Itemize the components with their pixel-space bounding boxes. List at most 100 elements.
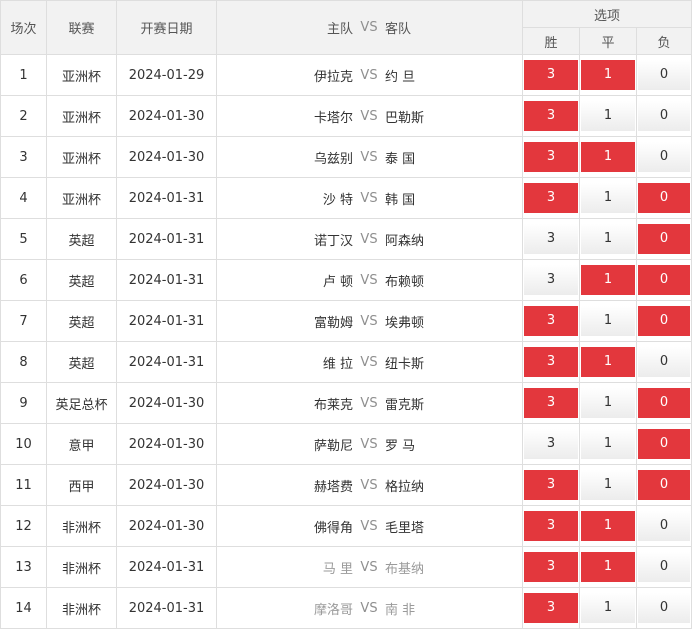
option-lose-button[interactable]: 0 — [638, 224, 691, 254]
option-draw-button[interactable]: 1 — [581, 142, 635, 172]
league-name: 英超 — [46, 259, 117, 301]
option-draw-button[interactable]: 1 — [581, 593, 635, 623]
table-row: 11 西甲 2024-01-30 赫塔费 VS 格拉纳 3 1 0 — [0, 464, 692, 506]
away-team: 毛里塔 — [385, 520, 425, 536]
table-row: 4 亚洲杯 2024-01-31 沙 特 VS 韩 国 310 — [0, 177, 692, 219]
option-draw-button[interactable]: 1 — [581, 101, 635, 131]
match-index: 5 — [0, 218, 47, 260]
option-lose-button[interactable]: 0 — [638, 593, 691, 623]
option-win-button[interactable]: 3 — [524, 552, 578, 582]
header-options: 选项 — [521, 0, 692, 28]
match-date: 2024-01-31 — [116, 259, 217, 301]
match-teams: 卡塔尔 VS 巴勒斯 — [216, 95, 523, 137]
option-win-button[interactable]: 3 — [524, 101, 578, 131]
match-index: 9 — [0, 382, 47, 424]
match-teams: 马 里 VS 布基纳 — [216, 546, 523, 588]
match-date: 2024-01-30 — [116, 382, 217, 424]
match-index: 13 — [0, 546, 47, 588]
option-draw-button[interactable]: 1 — [581, 429, 635, 459]
match-date: 2024-01-30 — [116, 136, 217, 178]
option-win-button[interactable]: 3 — [524, 183, 578, 213]
league-name: 非洲杯 — [46, 587, 117, 629]
option-win-button[interactable]: 3 — [524, 224, 578, 254]
option-win-button[interactable]: 3 — [524, 60, 578, 90]
table-row: 8 英超 2024-01-31 维 拉 VS 纽卡斯 3 1 0 — [0, 341, 692, 383]
option-win-button[interactable]: 3 — [524, 593, 578, 623]
match-index: 11 — [0, 464, 47, 506]
match-date: 2024-01-30 — [116, 505, 217, 547]
vs-label: VS — [360, 518, 378, 534]
match-date: 2024-01-31 — [116, 300, 217, 342]
option-lose-button[interactable]: 0 — [638, 429, 691, 459]
home-team: 伊拉克 — [313, 69, 353, 85]
header-lose: 负 — [635, 27, 692, 55]
vs-label: VS — [360, 149, 378, 165]
table-row: 12 非洲杯 2024-01-30 佛得角 VS 毛里塔 3 1 0 — [0, 505, 692, 547]
option-lose-button[interactable]: 0 — [638, 470, 691, 500]
table-row: 3 亚洲杯 2024-01-30 乌兹别 VS 泰 国310 — [0, 136, 692, 178]
away-team: 罗 马 — [385, 438, 416, 454]
table-row: 9 英足总杯 2024-01-30 布莱克 VS 雷克斯 3 1 0 — [0, 382, 692, 424]
match-index: 2 — [0, 95, 47, 137]
vs-label: VS — [360, 559, 378, 575]
option-draw-button[interactable]: 1 — [581, 265, 635, 295]
option-draw-button[interactable]: 1 — [581, 183, 635, 213]
match-index: 12 — [0, 505, 47, 547]
option-draw-button[interactable]: 1 — [581, 306, 635, 336]
match-teams: 摩洛哥 VS 南 非 — [216, 587, 523, 629]
header-vs: VS — [360, 20, 378, 35]
option-lose-button[interactable]: 0 — [638, 183, 691, 213]
match-teams: 佛得角 VS 毛里塔 — [216, 505, 523, 547]
option-win-button[interactable]: 3 — [524, 388, 578, 418]
table-row: 5 英超 2024-01-31 诺丁汉 VS 阿森纳 3 1 0 — [0, 218, 692, 260]
option-lose-button[interactable]: 0 — [638, 347, 691, 377]
option-win-button[interactable]: 3 — [524, 306, 578, 336]
option-win-button[interactable]: 3 — [524, 142, 578, 172]
table-row: 2 亚洲杯 2024-01-30 卡塔尔 VS 巴勒斯 3 1 0 — [0, 95, 692, 137]
header-away: 客队 — [385, 22, 412, 37]
header-match: 主队 VS 客队 — [216, 0, 523, 55]
option-draw-button[interactable]: 1 — [581, 470, 635, 500]
option-lose-button[interactable]: 0 — [638, 552, 691, 582]
vs-label: VS — [360, 272, 378, 288]
table-row: 13 非洲杯 2024-01-31 马 里 VS 布基纳 3 1 0 — [0, 546, 692, 588]
option-draw-button[interactable]: 1 — [581, 347, 635, 377]
option-draw-button[interactable]: 1 — [581, 388, 635, 418]
table-row: 10 意甲 2024-01-30 萨勒尼 VS 罗 马310 — [0, 423, 692, 465]
option-lose-button[interactable]: 0 — [638, 265, 691, 295]
option-win-button[interactable]: 3 — [524, 429, 578, 459]
match-index: 14 — [0, 587, 47, 629]
home-team: 沙 特 — [322, 192, 353, 208]
match-index: 4 — [0, 177, 47, 219]
option-lose-button[interactable]: 0 — [638, 60, 691, 90]
match-teams: 布莱克 VS 雷克斯 — [216, 382, 523, 424]
league-name: 亚洲杯 — [46, 177, 117, 219]
option-lose-button[interactable]: 0 — [638, 388, 691, 418]
table-row: 1 亚洲杯 2024-01-29 伊拉克 VS 约 旦310 — [0, 54, 692, 96]
option-draw-button[interactable]: 1 — [581, 224, 635, 254]
option-win-button[interactable]: 3 — [524, 470, 578, 500]
option-lose-button[interactable]: 0 — [638, 142, 691, 172]
header-home: 主队 — [326, 22, 353, 37]
option-draw-button[interactable]: 1 — [581, 511, 635, 541]
option-win-button[interactable]: 3 — [524, 347, 578, 377]
match-index: 1 — [0, 54, 47, 96]
match-date: 2024-01-30 — [116, 423, 217, 465]
option-win-button[interactable]: 3 — [524, 511, 578, 541]
option-lose-button[interactable]: 0 — [638, 306, 691, 336]
option-lose-button[interactable]: 0 — [638, 101, 691, 131]
league-name: 非洲杯 — [46, 505, 117, 547]
option-draw-button[interactable]: 1 — [581, 552, 635, 582]
match-index: 8 — [0, 341, 47, 383]
option-lose-button[interactable]: 0 — [638, 511, 691, 541]
option-draw-button[interactable]: 1 — [581, 60, 635, 90]
match-teams: 萨勒尼 VS 罗 马 — [216, 423, 523, 465]
header-index: 场次 — [0, 0, 47, 55]
home-team: 佛得角 — [313, 520, 353, 536]
home-team: 布莱克 — [313, 397, 353, 413]
match-date: 2024-01-30 — [116, 464, 217, 506]
option-win-button[interactable]: 3 — [524, 265, 578, 295]
header-draw: 平 — [579, 27, 637, 55]
match-date: 2024-01-29 — [116, 54, 217, 96]
vs-label: VS — [360, 190, 378, 206]
